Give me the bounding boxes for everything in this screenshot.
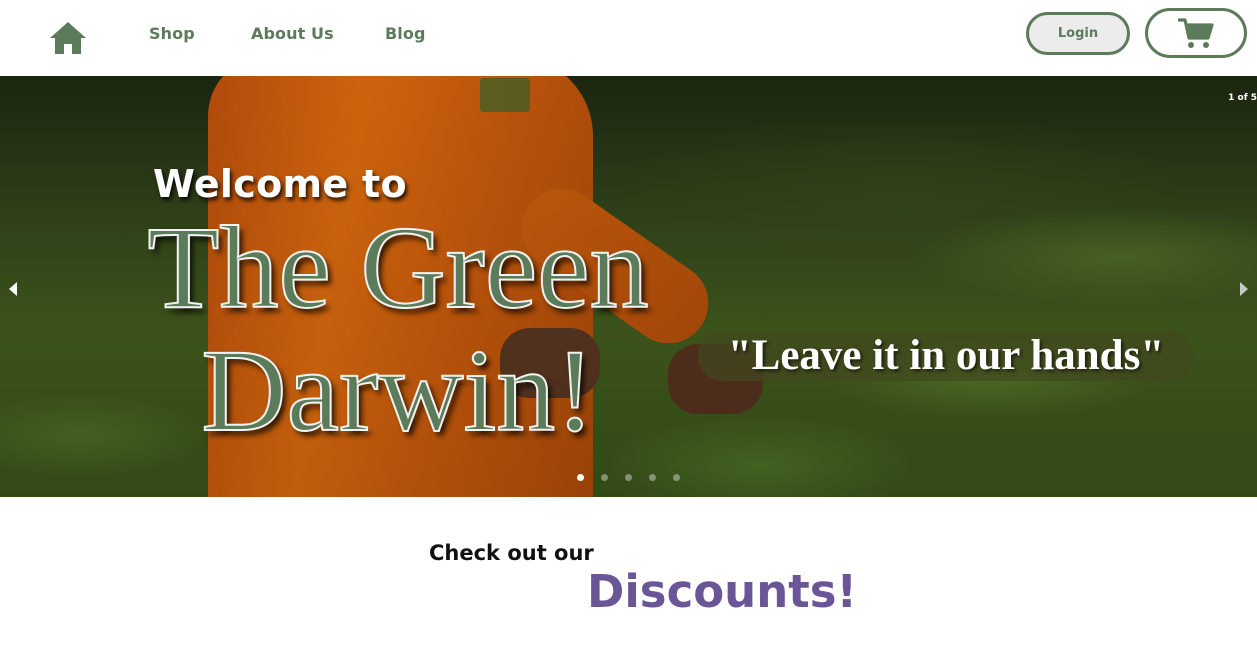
brand-title: The Green Darwin! (103, 202, 693, 456)
hero-carousel: 1 of 5 Welcome to The Green Darwin! "Lea… (0, 76, 1257, 497)
carousel-indicator-dot[interactable] (649, 474, 656, 481)
carousel-next-button[interactable] (1235, 279, 1253, 299)
carousel-indicator-dot[interactable] (577, 474, 584, 481)
carousel-prev-button[interactable] (4, 279, 22, 299)
brand-title-line: Darwin! (200, 325, 595, 456)
cart-button[interactable] (1145, 8, 1247, 58)
nav-blog[interactable]: Blog (385, 24, 426, 43)
nav-shop[interactable]: Shop (149, 24, 195, 43)
brand-title-line: The Green (146, 202, 649, 333)
caret-left-icon (9, 282, 17, 296)
caret-right-icon (1240, 282, 1248, 296)
discounts-heading: Discounts! (587, 565, 858, 618)
carousel-indicator-dot[interactable] (625, 474, 632, 481)
carousel-indicator-dot[interactable] (673, 474, 680, 481)
home-link[interactable] (48, 20, 90, 56)
carousel-indicator-dot[interactable] (601, 474, 608, 481)
login-button[interactable]: Login (1026, 12, 1130, 55)
navbar: Shop About Us Blog Login (0, 0, 1257, 76)
nav-about-us[interactable]: About Us (251, 24, 334, 43)
discounts-intro: Check out our (429, 541, 594, 565)
slide-counter: 1 of 5 (1228, 93, 1257, 103)
home-icon (50, 22, 86, 54)
tagline: "Leave it in our hands" (698, 331, 1194, 381)
carousel-indicators (577, 474, 680, 481)
welcome-text: Welcome to (153, 162, 407, 206)
shopping-cart-icon (1178, 18, 1214, 48)
